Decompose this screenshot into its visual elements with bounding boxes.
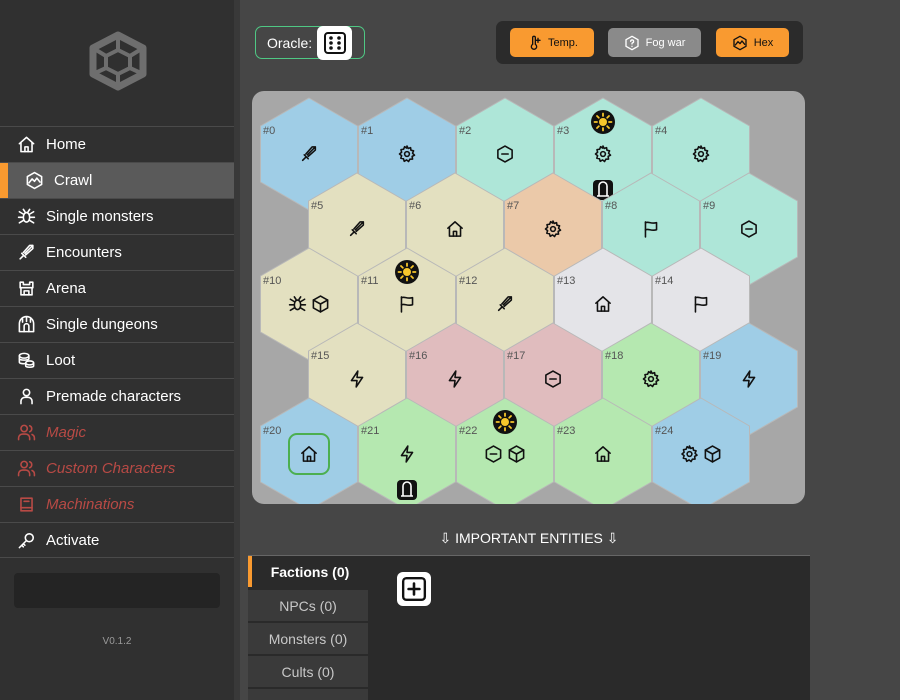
users-icon (16, 459, 36, 479)
hex-id-label: #2 (459, 125, 471, 137)
map-hex-icon (733, 35, 747, 50)
hex-id-label: #14 (655, 275, 673, 287)
map-hex-icon (24, 171, 44, 191)
hex-label: Hex (753, 36, 774, 49)
nav-single-dungeons[interactable]: Single dungeons (0, 306, 234, 342)
temperature-label: Temp. (548, 36, 578, 49)
dice-button[interactable] (317, 26, 352, 60)
hex-grid: #0 #1 #2 #3 #4 #5 #6 #7 #8 #9 #10 #11 #12 #13 #14 #15 #1… (260, 97, 798, 504)
question-hex-icon (624, 35, 639, 50)
nav-custom-characters[interactable]: Custom Characters (0, 450, 234, 486)
plus-icon (401, 576, 427, 602)
oracle-control: Oracle: (255, 26, 365, 60)
logo-icon[interactable] (86, 30, 150, 92)
hex-id-label: #1 (361, 125, 373, 137)
hex-id-label: #8 (605, 200, 617, 212)
entities-title: ⇩ IMPORTANT ENTITIES ⇩ (439, 530, 619, 546)
hex-id-label: #3 (557, 125, 569, 137)
sun-icon (493, 410, 517, 434)
nav-premade-characters[interactable]: Premade characters (0, 378, 234, 414)
nav-label: Arena (46, 280, 87, 297)
hex-id-label: #24 (655, 425, 673, 437)
entities-panel: Factions (0) NPCs (0) Monsters (0) Cults… (248, 555, 810, 700)
tab-quests[interactable]: Quests (0) (248, 689, 368, 700)
hex-id-label: #0 (263, 125, 275, 137)
sun-icon (395, 260, 419, 284)
nav-arena[interactable]: Arena (0, 270, 234, 306)
nav-label: Loot (46, 352, 76, 369)
sun-icon (591, 110, 615, 134)
coins-icon (16, 351, 36, 371)
nav-label: Machinations (46, 496, 135, 513)
book-icon (16, 495, 36, 515)
hex-id-label: #6 (409, 200, 421, 212)
nav-crawl[interactable]: Crawl (0, 162, 234, 198)
nav-label: Activate (46, 531, 100, 549)
hex-id-label: #19 (703, 350, 721, 362)
sidebar-nav: Home Crawl Single monsters Encounters Ar… (0, 126, 234, 558)
hex-id-label: #17 (507, 350, 525, 362)
hex-id-label: #5 (311, 200, 323, 212)
version-label: V0.1.2 (102, 636, 132, 647)
tab-npcs[interactable]: NPCs (0) (248, 590, 368, 621)
arena-icon (16, 279, 36, 299)
dice-icon (323, 32, 346, 54)
tab-monsters[interactable]: Monsters (0) (248, 623, 368, 654)
hex-id-label: #13 (557, 275, 575, 287)
nav-label: Premade characters (46, 388, 182, 405)
nav-label: Crawl (54, 172, 93, 189)
add-entity-button[interactable] (397, 572, 431, 606)
nav-label: Single dungeons (46, 316, 158, 333)
nav-loot[interactable]: Loot (0, 342, 234, 378)
nav-machinations[interactable]: Machinations (0, 486, 234, 522)
hex-map: #0 #1 #2 #3 #4 #5 #6 #7 #8 #9 #10 #11 #12 #13 #14 #15 #1… (252, 91, 805, 504)
fog-of-war-button[interactable]: Fog war (608, 28, 701, 57)
nav-encounters[interactable]: Encounters (0, 234, 234, 270)
sword-icon (16, 243, 36, 263)
hex-id-label: #9 (703, 200, 715, 212)
hex-id-label: #7 (507, 200, 519, 212)
home-icon (16, 135, 36, 155)
nav-label: Custom Characters (46, 460, 176, 477)
user-icon (16, 387, 36, 407)
nav-home[interactable]: Home (0, 126, 234, 162)
sidebar: Home Crawl Single monsters Encounters Ar… (0, 0, 234, 700)
hex-id-label: #4 (655, 125, 667, 137)
nav-label: Encounters (46, 244, 122, 261)
hex-button[interactable]: Hex (716, 28, 789, 57)
nav-activate[interactable]: Activate (0, 522, 234, 558)
hex-id-label: #21 (361, 425, 379, 437)
hex-id-label: #15 (311, 350, 329, 362)
hex-id-label: #23 (557, 425, 575, 437)
thermometer-icon (530, 35, 541, 50)
door-icon (397, 480, 417, 500)
dungeon-icon (16, 315, 36, 335)
temperature-button[interactable]: Temp. (510, 28, 594, 57)
key-icon (16, 530, 36, 550)
hex-id-label: #20 (263, 425, 281, 437)
sidebar-empty-panel (14, 573, 220, 608)
nav-label: Home (46, 136, 87, 153)
tab-factions[interactable]: Factions (0) (248, 556, 368, 587)
hex-id-label: #11 (361, 275, 379, 287)
bug-icon (16, 207, 36, 227)
nav-label: Magic (46, 424, 87, 441)
users-icon (16, 423, 36, 443)
nav-magic[interactable]: Magic (0, 414, 234, 450)
hex-id-label: #18 (605, 350, 623, 362)
sidebar-divider (234, 0, 240, 700)
nav-single-monsters[interactable]: Single monsters (0, 198, 234, 234)
hex-id-label: #12 (459, 275, 477, 287)
hex-id-label: #10 (263, 275, 281, 287)
oracle-label: Oracle: (267, 34, 313, 51)
nav-label: Single monsters (46, 208, 154, 225)
tab-cults[interactable]: Cults (0) (248, 656, 368, 687)
fog-of-war-label: Fog war (645, 36, 686, 49)
hex-id-label: #16 (409, 350, 427, 362)
map-toolbar: Temp. Fog war Hex (496, 21, 803, 64)
hex-id-label: #22 (459, 425, 477, 437)
